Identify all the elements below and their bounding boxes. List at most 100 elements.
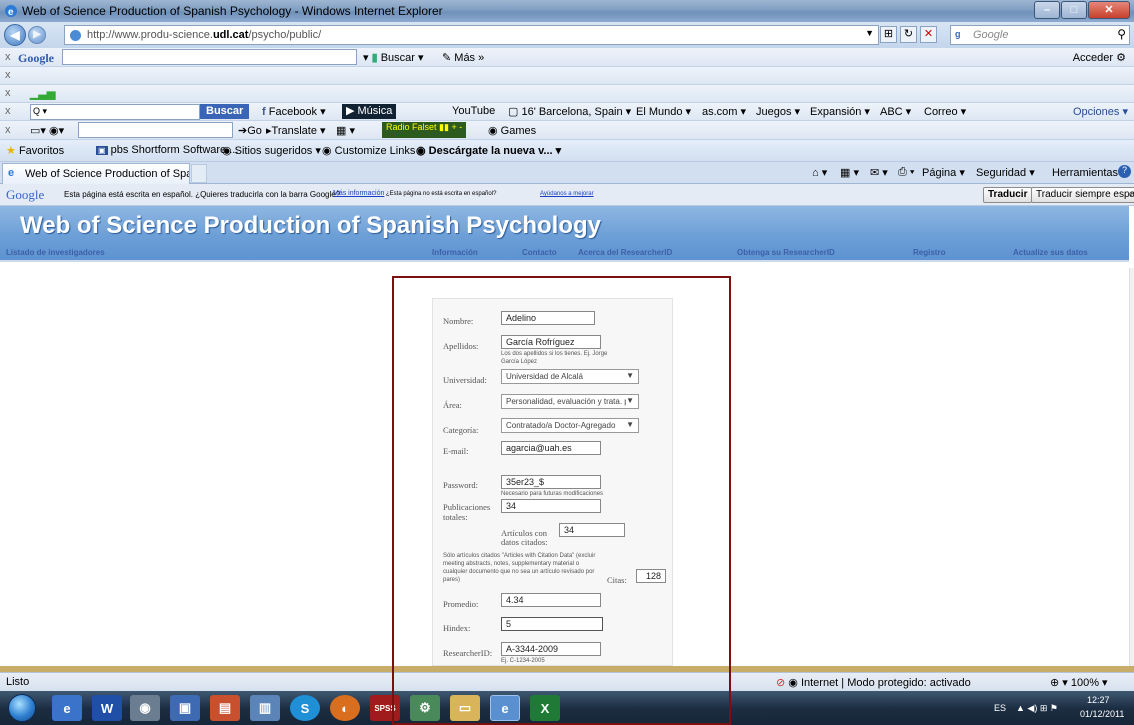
traducir-siempre-button[interactable]: Traducir siempre español	[1031, 187, 1134, 203]
maximize-button[interactable]: □	[1061, 1, 1087, 19]
facebook-link[interactable]: f Facebook ▾	[262, 105, 326, 118]
minimize-button[interactable]: –	[1034, 1, 1060, 19]
musica-link[interactable]: ▶ Música	[342, 104, 397, 119]
page-scrollbar[interactable]	[1129, 268, 1134, 666]
toolbar-icons[interactable]: ▦ ▾	[336, 124, 355, 137]
mas-informacion-link[interactable]: Más información	[333, 190, 384, 197]
elmundo-link[interactable]: El Mundo ▾	[636, 105, 691, 118]
powerpoint-taskbar-icon[interactable]: ▤	[210, 695, 240, 721]
flag-dropdown-icon[interactable]: ▭▾ ◉▾	[30, 124, 64, 137]
nav-listado[interactable]: Listado de investigadores	[6, 248, 105, 257]
toolbar-search-input[interactable]: Q ▾	[30, 104, 200, 120]
articulos-field[interactable]: 34	[559, 523, 625, 537]
forward-button[interactable]: ▶	[28, 26, 46, 44]
researcherid-field[interactable]: A-3344-2009	[501, 642, 601, 656]
search-icon[interactable]: ⚲	[1117, 27, 1126, 41]
radio-falset-player[interactable]: Radio Falset ▮▮ + -	[382, 122, 467, 138]
universidad-select[interactable]: Universidad de Alcalá ▼	[501, 369, 639, 384]
word-taskbar-icon[interactable]: W	[92, 695, 122, 721]
toolbar-buscar-button[interactable]: Buscar	[200, 104, 250, 119]
email-field[interactable]: agarcia@uah.es	[501, 441, 601, 455]
nav-actualize[interactable]: Actualize sus datos	[1013, 248, 1088, 257]
juegos-link[interactable]: Juegos ▾	[756, 105, 800, 118]
tray-icons[interactable]: ▲ ◀) ⊞ ⚑	[1016, 703, 1058, 714]
close-window-button[interactable]: ✕	[1088, 1, 1130, 19]
fav-pbs[interactable]: ▣ pbs Shortform Software ...	[96, 144, 238, 156]
favorites-button[interactable]: ★ Favoritos	[6, 144, 64, 157]
translate-button[interactable]: ▸Translate ▾	[266, 124, 326, 137]
print-icon[interactable]: ⎙ ▾	[898, 166, 914, 179]
toolbar3-input[interactable]	[78, 122, 233, 138]
close-toolbar-icon[interactable]: x	[5, 124, 11, 136]
document-taskbar-icon[interactable]: ▥	[250, 695, 280, 721]
go-button[interactable]: ➔Go	[238, 124, 262, 137]
excel-taskbar-icon[interactable]: X	[530, 695, 560, 721]
nav-registro[interactable]: Registro	[913, 248, 945, 257]
skype-taskbar-icon[interactable]: S	[290, 695, 320, 721]
google-toolbar-input[interactable]	[62, 49, 357, 65]
nav-informacion[interactable]: Información	[432, 248, 478, 257]
abc-link[interactable]: ABC ▾	[880, 105, 911, 118]
opciones-button[interactable]: Opciones ▾	[1073, 105, 1128, 118]
categoria-select[interactable]: Contratado/a Doctor-Agregado ▼	[501, 418, 639, 433]
address-bar[interactable]: http://www.produ-science.udl.cat/psycho/…	[64, 25, 879, 45]
correo-link[interactable]: Correo ▾	[924, 105, 966, 118]
explorer-taskbar-icon[interactable]: ▭	[450, 695, 480, 721]
weather-link[interactable]: ▢ 16' Barcelona, Spain ▾	[508, 105, 631, 118]
protected-mode-status[interactable]: ⊘ ◉ Internet | Modo protegido: activado	[776, 676, 971, 689]
nav-obtenga[interactable]: Obtenga su ResearcherID	[737, 248, 835, 257]
apellidos-field[interactable]: García Rofríguez	[501, 335, 601, 349]
network-taskbar-icon[interactable]: ⚙	[410, 695, 440, 721]
outlook-taskbar-icon[interactable]: ▣	[170, 695, 200, 721]
firefox-taskbar-icon[interactable]: ◐	[330, 695, 360, 721]
app-taskbar-icon[interactable]: ◉	[130, 695, 160, 721]
close-translate-icon[interactable]: ×	[1127, 189, 1133, 201]
home-icon[interactable]: ⌂ ▾	[812, 166, 827, 179]
new-tab-button[interactable]	[191, 164, 207, 183]
tab-web-of-science[interactable]: e Web of Science Production of Spanish..…	[2, 163, 190, 184]
promedio-field[interactable]: 4.34	[501, 593, 601, 607]
area-select[interactable]: Personalidad, evaluación y trata. p ▼	[501, 394, 639, 409]
traducir-button[interactable]: Traducir	[983, 187, 1033, 203]
stop-icon[interactable]: ✕	[920, 26, 937, 43]
fav-sitios[interactable]: ◉ Sitios sugeridos ▾	[222, 144, 321, 157]
language-indicator[interactable]: ES	[994, 703, 1006, 713]
refresh-icon[interactable]: ↻	[900, 26, 917, 43]
publicaciones-field[interactable]: 34	[501, 499, 601, 513]
nav-acerca[interactable]: Acerca del ResearcherID	[578, 248, 672, 257]
tools-menu[interactable]: Herramientas ▾	[1052, 166, 1127, 179]
ie-active-taskbar-icon[interactable]: e	[490, 695, 520, 721]
ie-taskbar-icon[interactable]: e	[52, 695, 82, 721]
expansion-link[interactable]: Expansión ▾	[810, 105, 870, 118]
zoom-control[interactable]: ⊕ ▾ 100% ▾	[1050, 676, 1108, 689]
compat-view-icon[interactable]: ⊞	[880, 26, 897, 43]
feeds-icon[interactable]: ▦ ▾	[840, 166, 859, 179]
acceder-button[interactable]: Acceder ⚙	[1073, 51, 1126, 64]
close-toolbar-icon[interactable]: x	[5, 69, 11, 81]
citas-field[interactable]: 128	[636, 569, 666, 583]
page-menu[interactable]: Página ▾	[922, 166, 965, 179]
help-improve-link[interactable]: Ayúdanos a mejorar	[540, 191, 594, 197]
nav-contacto[interactable]: Contacto	[522, 248, 557, 257]
games-link[interactable]: ◉ Games	[488, 124, 536, 137]
mail-icon[interactable]: ✉ ▾	[870, 166, 888, 179]
password-field[interactable]: 35er23_$	[501, 475, 601, 489]
back-button[interactable]: ◀	[4, 24, 26, 46]
close-toolbar-icon[interactable]: x	[5, 51, 11, 63]
fav-descargate[interactable]: ◉ Descárgate la nueva v... ▾	[416, 144, 561, 157]
hindex-field[interactable]: 5	[501, 617, 603, 631]
search-box[interactable]: g Google	[950, 25, 1130, 45]
address-dropdown-icon[interactable]: ▼	[865, 28, 874, 38]
google-search-button[interactable]: ▾ ▮ Buscar ▾	[363, 51, 424, 64]
youtube-link[interactable]: YouTube	[452, 105, 495, 117]
security-menu[interactable]: Seguridad ▾	[976, 166, 1035, 179]
url-text[interactable]: http://www.produ-science.udl.cat/psycho/…	[87, 29, 321, 41]
spss-taskbar-icon[interactable]: SPSS	[370, 695, 400, 721]
ascom-link[interactable]: as.com ▾	[702, 105, 746, 118]
start-button[interactable]	[8, 694, 36, 722]
mas-button[interactable]: ✎ Más »	[442, 51, 484, 64]
fav-customize[interactable]: ◉ Customize Links	[322, 144, 415, 157]
nombre-field[interactable]: Adelino	[501, 311, 595, 325]
close-toolbar-icon[interactable]: x	[5, 87, 11, 99]
help-icon[interactable]: ?	[1118, 165, 1131, 178]
